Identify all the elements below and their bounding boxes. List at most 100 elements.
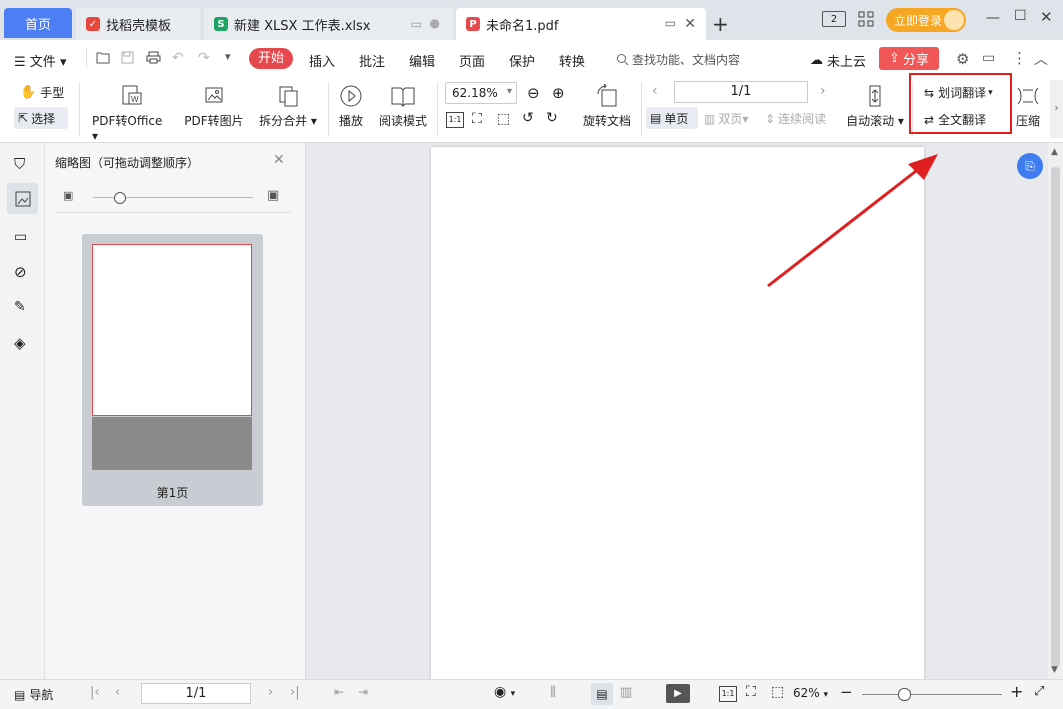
forward-view-icon[interactable]: ⇥ — [358, 685, 368, 699]
thumbnail-icon[interactable] — [7, 183, 38, 214]
redo-icon[interactable]: ↷ — [198, 50, 210, 66]
zoom-in-icon[interactable]: ⊕ — [552, 84, 565, 102]
back-view-icon[interactable]: ⇤ — [334, 685, 344, 699]
fullscreen-icon[interactable]: ⤢ — [1034, 684, 1044, 699]
compress-button[interactable]: 压缩 — [1014, 84, 1042, 129]
first-page-icon[interactable]: |‹ — [90, 685, 100, 700]
status-page-input[interactable]: 1/1 — [141, 683, 251, 704]
scrollbar-thumb[interactable] — [1051, 167, 1060, 667]
next-page-icon[interactable]: › — [268, 685, 273, 700]
zoom-in-button[interactable]: + — [1010, 682, 1023, 701]
maximize-icon[interactable]: ☐ — [1014, 8, 1027, 24]
login-button[interactable]: 立即登录 — [886, 8, 966, 32]
fit-page-icon[interactable]: ⛶ — [472, 111, 482, 127]
page-number-input[interactable]: 1/1 — [674, 81, 808, 103]
select-tool-button[interactable]: ⇱ 选择 — [14, 107, 68, 129]
page-count-icon[interactable]: 2 — [822, 11, 846, 27]
next-page-icon[interactable]: › — [820, 83, 826, 99]
monitor-icon[interactable]: ▭ — [665, 16, 676, 30]
file-menu[interactable]: ☰ 文件 ▾ — [14, 51, 66, 70]
split-merge-button[interactable]: 拆分合并 ▾ — [258, 84, 318, 129]
more-options-icon[interactable]: ⋮ — [1012, 49, 1027, 67]
quick-access-dropdown-icon[interactable]: ▾ — [225, 50, 231, 63]
play-slideshow-icon[interactable]: ▶ — [666, 684, 690, 703]
tab-xlsx[interactable]: S 新建 XLSX 工作表.xlsx ▭ ● — [204, 8, 454, 40]
print-icon[interactable] — [146, 51, 161, 67]
bookmark-icon[interactable]: ⛉ — [14, 155, 25, 173]
zoom-select[interactable]: 62.18% ▾ — [445, 82, 517, 104]
zoom-out-icon[interactable]: ⊖ — [527, 84, 540, 102]
monitor-icon[interactable]: ▭ — [411, 17, 422, 31]
tab-page[interactable]: 页面 — [459, 51, 485, 70]
scroll-up-icon[interactable]: ▲ — [1051, 147, 1058, 157]
tab-pdf-label: 未命名1.pdf — [486, 18, 559, 34]
thumbnail-card[interactable]: 第1页 — [82, 234, 263, 506]
collapse-ribbon-icon[interactable]: ︿ — [1034, 49, 1048, 69]
eye-protection-icon[interactable]: ◉ ▾ — [494, 684, 515, 700]
rotate-right-icon[interactable]: ↻ — [546, 110, 558, 126]
navigation-toggle[interactable]: ▤ 导航 — [14, 686, 53, 703]
undo-icon[interactable]: ↶ — [172, 50, 184, 66]
minimize-icon[interactable]: — — [986, 10, 1000, 26]
actual-size-icon[interactable]: 1:1 — [446, 112, 464, 128]
tab-start[interactable]: 开始 — [249, 48, 293, 69]
vertical-scrollbar[interactable]: ▲ ▼ — [1048, 143, 1063, 679]
cloud-status[interactable]: ☁ 未上云 — [810, 51, 866, 70]
fit-height-icon[interactable]: ⫼ — [550, 685, 556, 700]
double-page-view-icon[interactable]: ▥ — [620, 685, 632, 700]
tab-templates[interactable]: ✓ 找稻壳模板 — [76, 8, 200, 40]
search-box[interactable]: 查找功能、文档内容 — [616, 51, 740, 68]
float-tool-icon[interactable]: ⎘ — [1017, 153, 1043, 179]
previous-page-icon[interactable]: ‹ — [652, 83, 658, 99]
pdf-to-office-button[interactable]: W PDF转Office ▾ — [92, 84, 170, 143]
tab-edit[interactable]: 编辑 — [409, 51, 435, 70]
auto-scroll-button[interactable]: 自动滚动 ▾ — [844, 84, 906, 129]
zoom-level-select[interactable]: 62% ▾ — [793, 686, 828, 700]
open-folder-icon[interactable] — [96, 51, 111, 67]
tab-insert[interactable]: 插入 — [309, 51, 335, 70]
ribbon-scroll-right-icon[interactable]: › — [1050, 80, 1063, 138]
fit-page-icon[interactable]: ⛶ — [746, 684, 756, 700]
feedback-icon[interactable]: ▭ — [982, 50, 995, 66]
slider-handle[interactable] — [114, 192, 126, 204]
tab-convert[interactable]: 转换 — [559, 51, 585, 70]
single-page-view-icon[interactable]: ▤ — [591, 683, 613, 705]
layers-icon[interactable]: ◈ — [14, 334, 26, 352]
previous-page-icon[interactable]: ‹ — [115, 685, 120, 700]
comment-icon[interactable]: ▭ — [14, 229, 27, 245]
tab-protect[interactable]: 保护 — [509, 51, 535, 70]
apps-grid-icon[interactable] — [858, 11, 874, 30]
save-icon[interactable] — [121, 51, 134, 67]
hand-tool-button[interactable]: ✋ 手型 — [20, 84, 64, 101]
play-button[interactable]: 播放 — [336, 84, 366, 129]
read-mode-button[interactable]: 阅读模式 — [376, 84, 430, 129]
new-tab-button[interactable]: + — [712, 12, 729, 36]
word-translate-button[interactable]: ⇆ 划词翻译 ▾ — [924, 84, 993, 101]
full-translate-button[interactable]: ⇄ 全文翻译 — [924, 111, 986, 128]
search-icon — [617, 54, 629, 66]
scroll-down-icon[interactable]: ▼ — [1051, 665, 1058, 675]
close-tab-icon[interactable]: ✕ — [684, 16, 696, 32]
zoom-slider[interactable] — [862, 694, 1002, 695]
continuous-read-button[interactable]: ⇕ 连续阅读 — [765, 110, 826, 127]
rotate-left-icon[interactable]: ↺ — [522, 110, 534, 126]
single-page-button[interactable]: ▤ 单页 — [646, 107, 698, 129]
settings-gear-icon[interactable]: ⚙ — [956, 50, 969, 68]
close-panel-icon[interactable]: ✕ — [273, 152, 285, 168]
last-page-icon[interactable]: ›| — [290, 685, 300, 700]
double-page-button[interactable]: ▥ 双页 ▾ — [704, 110, 748, 127]
tab-annotate[interactable]: 批注 — [359, 51, 385, 70]
zoom-out-button[interactable]: − — [840, 683, 853, 701]
rotate-document-button[interactable]: 旋转文档 — [580, 84, 634, 129]
zoom-slider-handle[interactable] — [898, 688, 911, 701]
actual-size-icon[interactable]: 1:1 — [719, 686, 737, 702]
tab-home[interactable]: 首页 — [4, 8, 72, 38]
pdf-to-image-button[interactable]: PDF转图片 — [184, 84, 244, 129]
fit-width-icon[interactable]: ⬚ — [497, 111, 510, 127]
tab-pdf[interactable]: P 未命名1.pdf ▭ ✕ — [456, 8, 706, 40]
share-button[interactable]: ⇪ 分享 — [879, 47, 939, 70]
close-window-icon[interactable]: ✕ — [1040, 8, 1053, 26]
attachment-icon[interactable]: ⊘ — [14, 263, 27, 281]
fit-width-icon[interactable]: ⬚ — [771, 684, 784, 700]
signature-pen-icon[interactable]: ✎ — [14, 299, 26, 315]
